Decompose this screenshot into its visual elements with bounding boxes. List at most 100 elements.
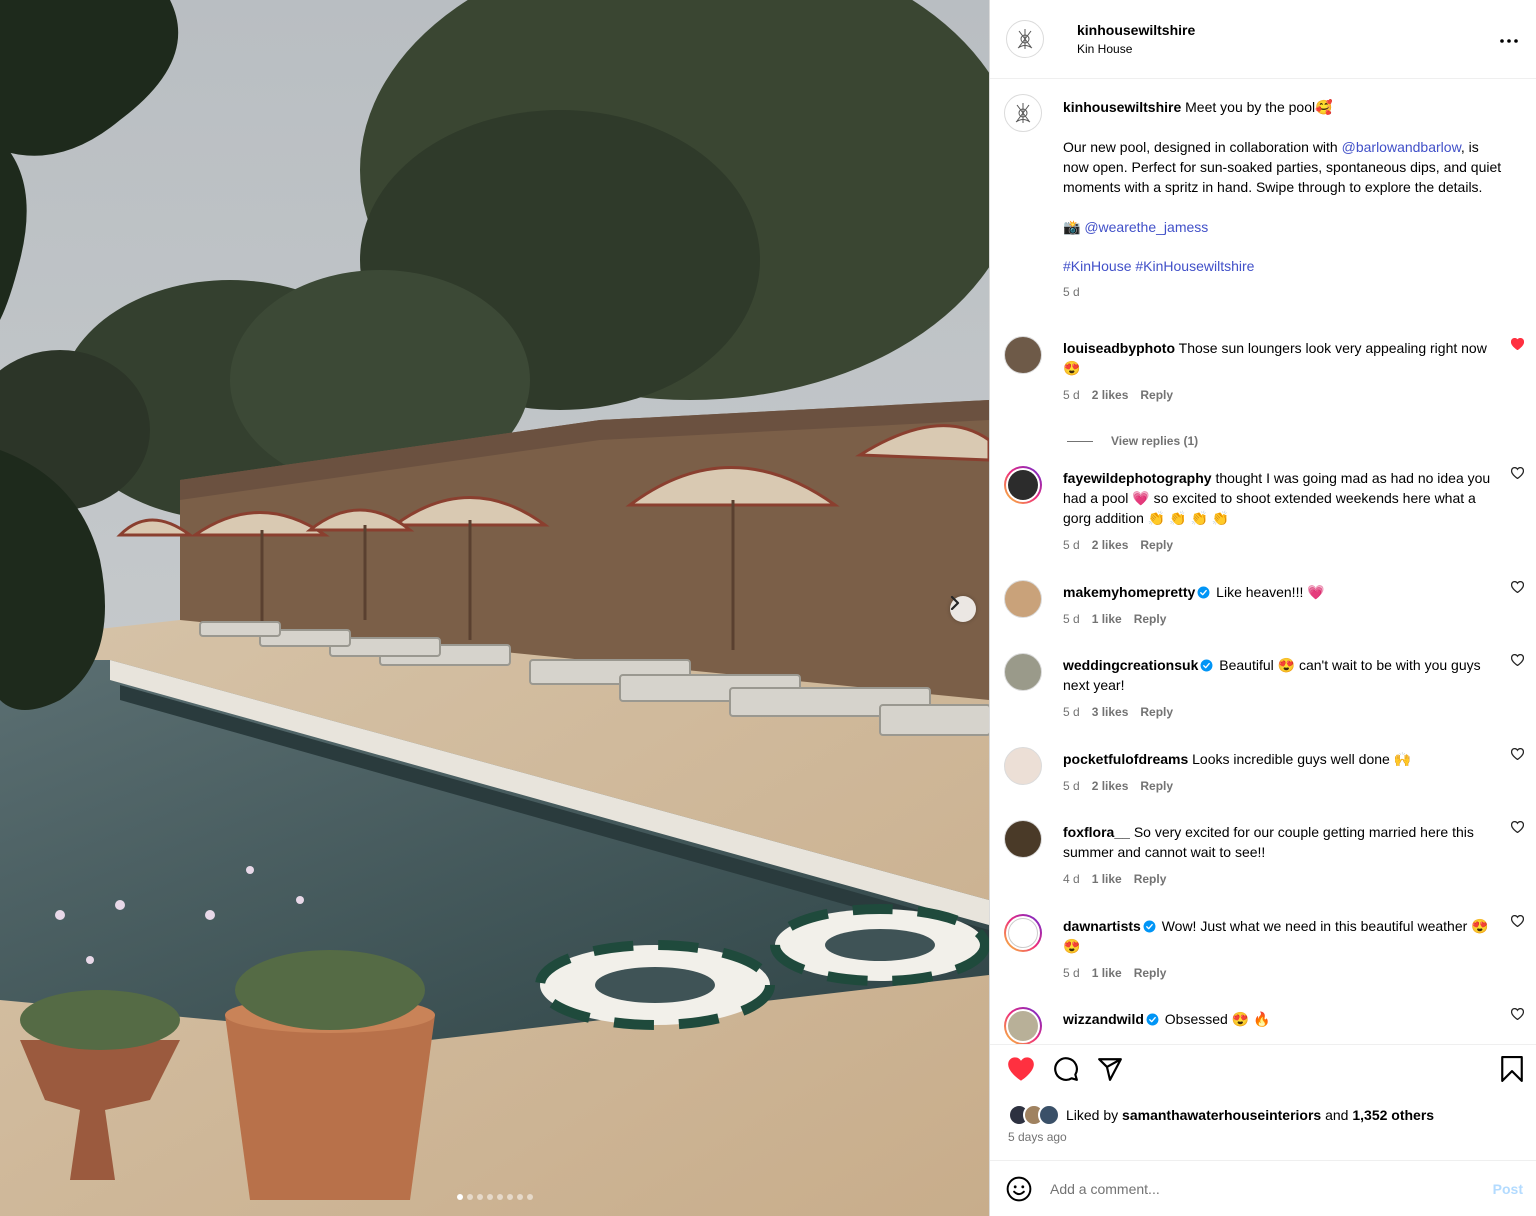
caption-avatar[interactable] [1004, 94, 1042, 132]
reply-button[interactable]: Reply [1140, 702, 1173, 722]
comment-time[interactable]: 5 d [1063, 535, 1080, 555]
caption-body: Our new pool, designed in collaboration … [1063, 137, 1503, 197]
comment-likes[interactable]: 2 likes [1092, 535, 1129, 555]
commenter-avatar[interactable] [1004, 466, 1042, 504]
comments-scroll-area[interactable]: kinhousewiltshire Meet you by the pool🥰 … [990, 80, 1536, 1045]
verified-badge-icon [1143, 920, 1156, 933]
liked-by-user[interactable]: samanthawaterhouseinteriors [1122, 1107, 1321, 1123]
carousel-dot [496, 1194, 503, 1200]
caption-username[interactable]: kinhousewiltshire [1063, 99, 1181, 115]
hashtags-link[interactable]: #KinHouse #KinHousewiltshire [1063, 256, 1503, 276]
comment-likes[interactable]: 2 likes [1092, 385, 1129, 405]
post-side-panel: kinhousewiltshire Kin House kinhousewilt… [989, 0, 1536, 1216]
caption-time[interactable]: 5 d [1063, 282, 1080, 302]
commenter-avatar[interactable] [1004, 747, 1042, 785]
save-button[interactable] [1501, 1056, 1523, 1085]
author-username[interactable]: kinhousewiltshire [1077, 22, 1195, 38]
more-options-button[interactable] [1500, 30, 1518, 46]
commenter-username[interactable]: dawnartists [1063, 918, 1141, 934]
comment-time[interactable]: 5 d [1063, 963, 1080, 983]
comment-likes[interactable]: 1 like [1092, 609, 1122, 629]
comment-like-button[interactable] [1510, 914, 1525, 930]
author-avatar[interactable] [1006, 20, 1044, 58]
commenter-avatar[interactable] [1004, 580, 1042, 618]
commenter-avatar[interactable] [1004, 820, 1042, 858]
comment-likes[interactable]: 2 likes [1092, 776, 1129, 796]
likes-summary: Liked by samanthawaterhouseinteriors and… [1008, 1104, 1434, 1126]
comment-likes[interactable]: 1 like [1092, 869, 1122, 889]
next-slide-button[interactable] [950, 596, 976, 622]
pool-photo-image [0, 0, 989, 1216]
comment-text: Obsessed 😍 🔥 [1164, 1011, 1271, 1027]
share-button[interactable] [1097, 1056, 1123, 1085]
caption-text: Our new pool, designed in collaboration … [1063, 139, 1338, 155]
commenter-username[interactable]: wizzandwild [1063, 1011, 1144, 1027]
commenter-username[interactable]: fayewildephotography [1063, 470, 1212, 486]
heart-icon [1510, 466, 1525, 480]
post-location[interactable]: Kin House [1077, 42, 1195, 56]
commenter-username[interactable]: makemyhomepretty [1063, 584, 1195, 600]
carousel-dots [0, 1194, 989, 1200]
bookmark-icon [1501, 1056, 1523, 1082]
comment-button[interactable] [1053, 1056, 1079, 1085]
post-comment-button[interactable]: Post [1493, 1181, 1523, 1197]
verified-badge-icon [1200, 659, 1213, 672]
commenter-username[interactable]: louiseadbyphoto [1063, 340, 1175, 356]
more-icon [1500, 39, 1518, 43]
emoji-icon[interactable] [1006, 1176, 1032, 1202]
reply-button[interactable]: Reply [1134, 609, 1167, 629]
comment-input[interactable] [1050, 1180, 1470, 1197]
commenter-avatar[interactable] [1004, 914, 1042, 952]
reply-button[interactable]: Reply [1140, 535, 1173, 555]
mention-link[interactable]: @barlowandbarlow [1342, 139, 1461, 155]
commenter-username[interactable]: weddingcreationsuk [1063, 657, 1198, 673]
reply-button[interactable]: Reply [1134, 869, 1167, 889]
comment-time[interactable]: 5 d [1063, 776, 1080, 796]
commenter-avatar[interactable] [1004, 653, 1042, 691]
commenter-avatar[interactable] [1004, 336, 1042, 374]
liked-by-and: and [1325, 1107, 1349, 1123]
like-button[interactable] [1007, 1056, 1035, 1085]
comment-bar: Post [990, 1160, 1536, 1216]
comment-like-button[interactable] [1510, 820, 1525, 836]
mention-link[interactable]: @wearethe_jamess [1084, 219, 1208, 235]
comment-likes[interactable]: 1 like [1092, 963, 1122, 983]
carousel-dot [516, 1194, 523, 1200]
comment-time[interactable]: 5 d [1063, 609, 1080, 629]
comment-like-button[interactable] [1510, 1007, 1525, 1023]
commenter-username[interactable]: pocketfulofdreams [1063, 751, 1188, 767]
posted-time[interactable]: 5 days ago [1008, 1130, 1067, 1144]
heart-icon [1008, 1057, 1034, 1081]
reply-button[interactable]: Reply [1134, 963, 1167, 983]
avatar [1008, 918, 1038, 948]
comment-likes[interactable]: 3 likes [1092, 702, 1129, 722]
comment-text: Like heaven!!! 💗 [1216, 584, 1325, 600]
next-arrow-icon [950, 596, 960, 610]
comment-like-button[interactable] [1510, 466, 1525, 482]
comment-like-button[interactable] [1510, 747, 1525, 763]
comment-like-button[interactable] [1510, 337, 1525, 353]
view-replies-button[interactable]: View replies (1) [1067, 434, 1198, 448]
comment-like-button[interactable] [1510, 580, 1525, 596]
heart-icon [1510, 337, 1525, 351]
comment-time[interactable]: 5 d [1063, 702, 1080, 722]
heart-icon [1510, 747, 1525, 761]
reply-button[interactable]: Reply [1140, 385, 1173, 405]
verified-badge-icon [1197, 586, 1210, 599]
share-icon [1098, 1058, 1122, 1081]
comment-time[interactable]: 4 d [1063, 869, 1080, 889]
liker-avatars[interactable] [1008, 1104, 1060, 1126]
carousel-dot [526, 1194, 533, 1200]
divider [1067, 440, 1093, 442]
comment-time[interactable]: 5 d [1063, 385, 1080, 405]
commenter-username[interactable]: foxflora__ [1063, 824, 1130, 840]
comment-like-button[interactable] [1510, 653, 1525, 669]
reply-button[interactable]: Reply [1140, 776, 1173, 796]
heart-icon [1510, 914, 1525, 928]
carousel-dot [486, 1194, 493, 1200]
likes-count[interactable]: 1,352 others [1352, 1107, 1434, 1123]
carousel-dot [506, 1194, 513, 1200]
post-photo[interactable] [0, 0, 989, 1216]
commenter-avatar[interactable] [1004, 1007, 1042, 1044]
verified-badge-icon [1146, 1013, 1159, 1026]
